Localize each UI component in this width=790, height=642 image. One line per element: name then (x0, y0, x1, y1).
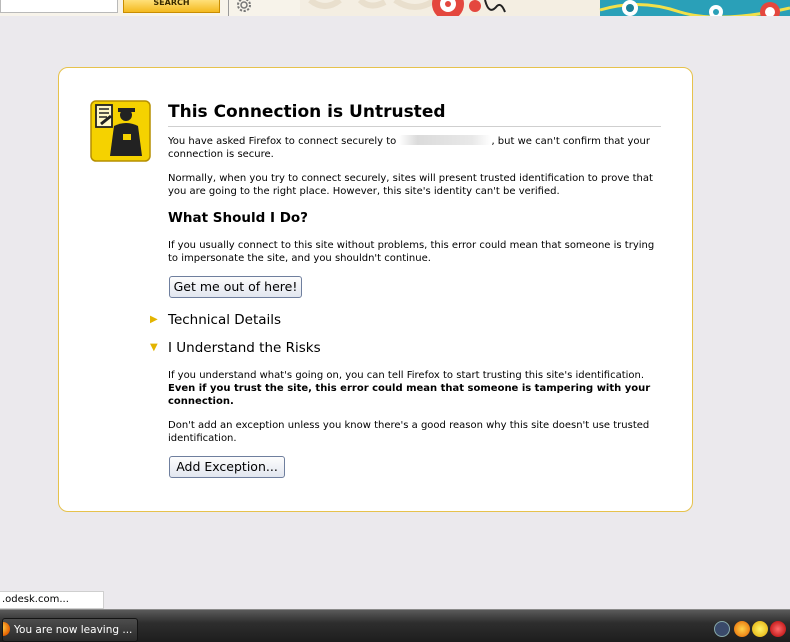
taskbar-window-button[interactable]: You are now leaving ... (2, 618, 138, 642)
tray-expand-icon[interactable] (714, 621, 730, 637)
risks-paragraph: If you understand what's going on, you c… (168, 369, 660, 408)
toolbar-divider (228, 0, 229, 16)
redacted-hostname (399, 135, 492, 145)
taskbar: You are now leaving ... (0, 609, 790, 642)
tray-smiley-icon[interactable] (752, 621, 768, 637)
search-input[interactable] (0, 0, 118, 13)
page-title: This Connection is Untrusted (168, 102, 661, 127)
sheriff-badge-icon (90, 100, 151, 162)
tray-firefox-icon[interactable] (734, 621, 750, 637)
tray-shield-icon[interactable] (770, 621, 786, 637)
add-exception-button[interactable]: Add Exception... (169, 456, 285, 478)
get-me-out-button[interactable]: Get me out of here! (169, 276, 302, 298)
technical-details-toggle[interactable]: Technical Details (168, 312, 281, 329)
explanation-paragraph: Normally, when you try to connect secure… (168, 173, 653, 197)
intro-paragraph: You have asked Firefox to connect secure… (168, 135, 658, 161)
exception-note-paragraph: Don't add an exception unless you know t… (168, 420, 650, 444)
taskbar-window-label: You are now leaving ... (14, 624, 133, 636)
search-button[interactable]: SEARCH (123, 0, 220, 13)
error-page-container (58, 67, 693, 512)
what-should-i-do-heading: What Should I Do? (168, 210, 309, 226)
status-bar: .odesk.com... (0, 591, 104, 609)
header-banner-art (300, 0, 790, 16)
risks-text: If you understand what's going on, you c… (168, 370, 645, 381)
intro-text-start: You have asked Firefox to connect secure… (168, 136, 400, 147)
browser-toolbar: SEARCH (0, 0, 790, 16)
firefox-icon (3, 622, 10, 636)
understand-risks-toggle[interactable]: I Understand the Risks (168, 340, 321, 357)
collapsed-arrow-icon[interactable]: ▶ (150, 314, 158, 326)
advice-paragraph: If you usually connect to this site with… (168, 240, 655, 264)
expanded-arrow-icon[interactable]: ▼ (150, 342, 158, 354)
gear-icon[interactable] (234, 0, 254, 15)
risks-warning-bold: Even if you trust the site, this error c… (168, 383, 651, 407)
